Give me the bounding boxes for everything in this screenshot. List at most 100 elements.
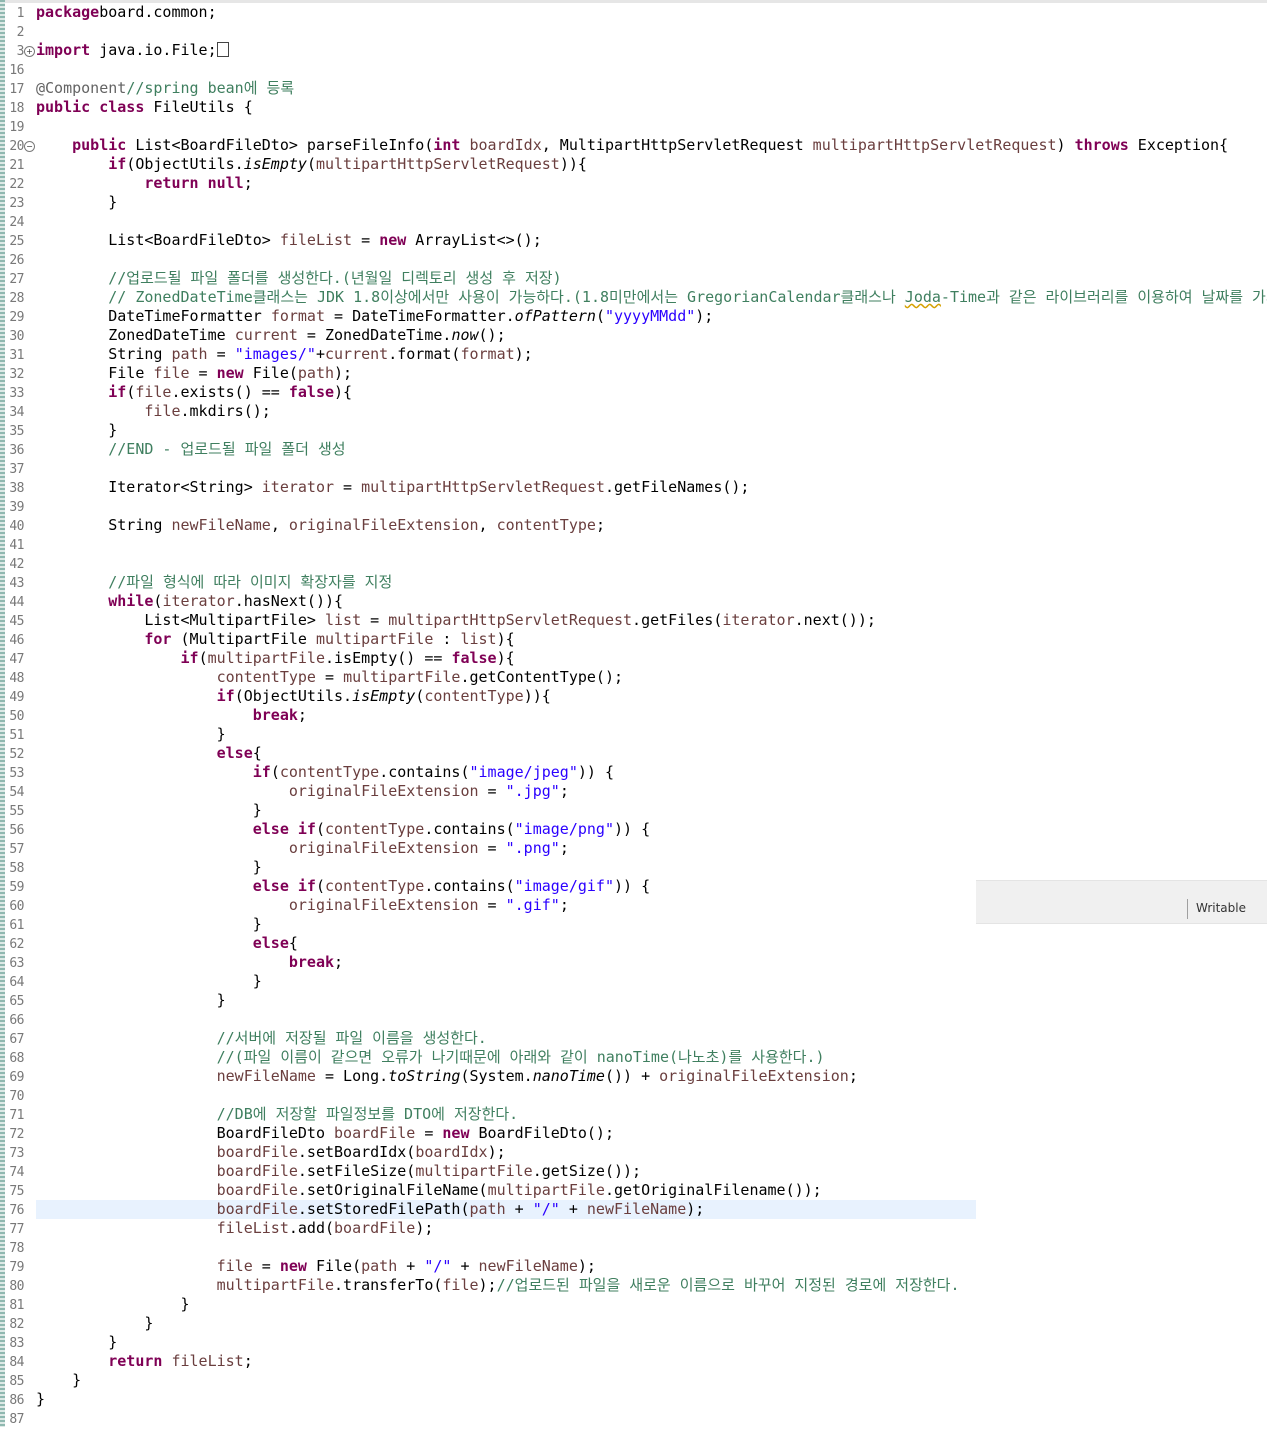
code-text: } xyxy=(36,972,262,991)
comment-token: // ZonedDateTime클래스는 JDK 1.8이상에서만 사용이 가능… xyxy=(108,288,905,306)
code-line[interactable]: 77 fileList.add(boardFile); xyxy=(0,1219,1267,1238)
code-line[interactable]: 79 file = new File(path + "/" + newFileN… xyxy=(0,1257,1267,1276)
folded-imports-box[interactable] xyxy=(216,42,229,57)
code-line[interactable]: 81 } xyxy=(0,1295,1267,1314)
code-line[interactable]: 75 boardFile.setOriginalFileName(multipa… xyxy=(0,1181,1267,1200)
code-line[interactable]: 27 //업로드될 파일 폴더를 생성한다.(년월일 디렉토리 생성 후 저장) xyxy=(0,269,1267,288)
code-token: , xyxy=(270,516,289,534)
code-line[interactable]: 26 xyxy=(0,250,1267,269)
code-token: ); xyxy=(334,364,353,382)
line-number: 27 xyxy=(9,272,24,287)
code-line[interactable]: 41 xyxy=(0,535,1267,554)
code-line[interactable]: 85 } xyxy=(0,1371,1267,1390)
code-line[interactable]: 82 } xyxy=(0,1314,1267,1333)
code-token: (); xyxy=(478,326,506,344)
code-line[interactable]: 80 multipartFile.transferTo(file);//업로드된… xyxy=(0,1276,1267,1295)
code-line[interactable]: 64 } xyxy=(0,972,1267,991)
line-number: 74 xyxy=(9,1165,24,1180)
code-line[interactable]: 40 String newFileName, originalFileExten… xyxy=(0,516,1267,535)
code-line[interactable]: 73 boardFile.setBoardIdx(boardIdx); xyxy=(0,1143,1267,1162)
code-line[interactable]: 49 if(ObjectUtils.isEmpty(contentType)){ xyxy=(0,687,1267,706)
code-line[interactable]: 63 break; xyxy=(0,953,1267,972)
code-line[interactable]: 21 if(ObjectUtils.isEmpty(multipartHttpS… xyxy=(0,155,1267,174)
code-token: = xyxy=(478,839,506,857)
code-line[interactable]: 74 boardFile.setFileSize(multipartFile.g… xyxy=(0,1162,1267,1181)
code-line[interactable]: 84 return fileList; xyxy=(0,1352,1267,1371)
code-line[interactable]: 19 xyxy=(0,117,1267,136)
code-text: else{ xyxy=(36,744,262,763)
code-line[interactable]: 28 // ZonedDateTime클래스는 JDK 1.8이상에서만 사용이… xyxy=(0,288,1267,307)
code-line[interactable]: 62 else{ xyxy=(0,934,1267,953)
code-line[interactable]: 36 //END - 업로드될 파일 폴더 생성 xyxy=(0,440,1267,459)
code-token: .setOriginalFileName( xyxy=(297,1181,488,1199)
code-line[interactable]: 58 } xyxy=(0,858,1267,877)
code-line[interactable]: 67 //서버에 저장될 파일 이름을 생성한다. xyxy=(0,1029,1267,1048)
line-number: 78 xyxy=(9,1241,24,1256)
code-line[interactable]: 32 File file = new File(path); xyxy=(0,364,1267,383)
code-line[interactable]: 2 xyxy=(0,22,1267,41)
code-line[interactable]: 57 originalFileExtension = ".png"; xyxy=(0,839,1267,858)
code-line[interactable]: 20− public List<BoardFileDto> parseFileI… xyxy=(0,136,1267,155)
expand-fold-icon[interactable]: + xyxy=(24,46,35,57)
line-number: 24 xyxy=(9,215,24,230)
code-token: iterator xyxy=(261,478,335,496)
code-line[interactable]: 16 xyxy=(0,60,1267,79)
code-line[interactable]: 18 public class FileUtils { xyxy=(0,98,1267,117)
code-line[interactable]: 55 } xyxy=(0,801,1267,820)
code-token: ()) + xyxy=(604,1067,660,1085)
code-line[interactable]: 34 file.mkdirs(); xyxy=(0,402,1267,421)
code-line[interactable]: 51 } xyxy=(0,725,1267,744)
line-number: 47 xyxy=(9,652,24,667)
collapse-fold-icon[interactable]: − xyxy=(24,141,35,152)
code-line[interactable]: 17 @Component//spring bean에 등록 xyxy=(0,79,1267,98)
code-line[interactable]: 46 for (MultipartFile multipartFile : li… xyxy=(0,630,1267,649)
code-line[interactable]: 38 Iterator<String> iterator = multipart… xyxy=(0,478,1267,497)
code-line[interactable]: 66 xyxy=(0,1010,1267,1029)
code-line[interactable]: 25 List<BoardFileDto> fileList = new Arr… xyxy=(0,231,1267,250)
code-line[interactable]: 33 if(file.exists() == false){ xyxy=(0,383,1267,402)
code-line[interactable]: 1 packageboard.common; xyxy=(0,3,1267,22)
code-line[interactable]: 53 if(contentType.contains("image/jpeg")… xyxy=(0,763,1267,782)
code-line[interactable]: 70 xyxy=(0,1086,1267,1105)
code-token: .contains( xyxy=(379,763,470,781)
code-line[interactable]: 68 //(파일 이름이 같으면 오류가 나기때문에 아래와 같이 nanoTi… xyxy=(0,1048,1267,1067)
code-token: + xyxy=(505,1200,533,1218)
code-text: } xyxy=(36,725,226,744)
code-line[interactable]: 86} xyxy=(0,1390,1267,1409)
code-line[interactable]: 30 ZonedDateTime current = ZonedDateTime… xyxy=(0,326,1267,345)
code-text: else if(contentType.contains("image/png"… xyxy=(36,820,650,839)
code-line[interactable]: 44 while(iterator.hasNext()){ xyxy=(0,592,1267,611)
code-line[interactable]: 83 } xyxy=(0,1333,1267,1352)
code-line[interactable]: 43 //파일 형식에 따라 이미지 확장자를 지정 xyxy=(0,573,1267,592)
code-line[interactable]: 76 boardFile.setStoredFilePath(path + "/… xyxy=(0,1200,1267,1219)
code-line[interactable]: 39 xyxy=(0,497,1267,516)
code-line[interactable]: 87 xyxy=(0,1409,1267,1428)
code-line[interactable]: 22 return null; xyxy=(0,174,1267,193)
code-line[interactable]: 50 break; xyxy=(0,706,1267,725)
code-line[interactable]: 47 if(multipartFile.isEmpty() == false){ xyxy=(0,649,1267,668)
code-token: { xyxy=(252,744,262,762)
code-line[interactable]: 56 else if(contentType.contains("image/p… xyxy=(0,820,1267,839)
code-editor[interactable]: 1 packageboard.common; 2 3 + import java.io.F… xyxy=(0,0,1267,1427)
comment-token: //업로드된 파일을 새로운 이름으로 바꾸어 지정된 경로에 저장한다. xyxy=(496,1276,960,1294)
code-line[interactable]: 31 String path = "images/"+current.forma… xyxy=(0,345,1267,364)
code-line[interactable]: 35 } xyxy=(0,421,1267,440)
code-line[interactable]: 3 + import java.io.File; xyxy=(0,41,1267,60)
code-line[interactable]: 45 List<MultipartFile> list = multipartH… xyxy=(0,611,1267,630)
code-line[interactable]: 42 xyxy=(0,554,1267,573)
code-line[interactable]: 54 originalFileExtension = ".jpg"; xyxy=(0,782,1267,801)
code-line[interactable]: 72 BoardFileDto boardFile = new BoardFil… xyxy=(0,1124,1267,1143)
code-line[interactable]: 52 else{ xyxy=(0,744,1267,763)
code-line[interactable]: 29 DateTimeFormatter format = DateTimeFo… xyxy=(0,307,1267,326)
code-line[interactable]: 23 } xyxy=(0,193,1267,212)
code-line[interactable]: 37 xyxy=(0,459,1267,478)
code-line[interactable]: 65 } xyxy=(0,991,1267,1010)
line-number: 59 xyxy=(9,880,24,895)
code-line[interactable]: 69 newFileName = Long.toString(System.na… xyxy=(0,1067,1267,1086)
code-line[interactable]: 78 xyxy=(0,1238,1267,1257)
code-line[interactable]: 24 xyxy=(0,212,1267,231)
code-line[interactable]: 48 contentType = multipartFile.getConten… xyxy=(0,668,1267,687)
code-line[interactable]: 71 //DB에 저장할 파일정보를 DTO에 저장한다. xyxy=(0,1105,1267,1124)
code-token: } xyxy=(36,725,226,743)
